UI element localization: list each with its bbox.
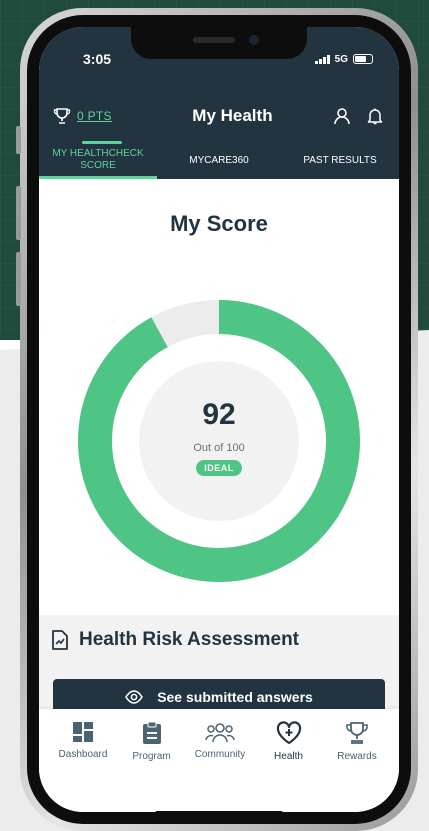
score-value: 92 xyxy=(202,398,236,431)
nav-health[interactable]: Health xyxy=(257,721,321,762)
phone-frame: 3:05 5G 0 PTS My Health MY HEALTHCHECK S… xyxy=(16,8,418,831)
screen: 3:05 5G 0 PTS My Health MY HEALTHCHECK S… xyxy=(39,27,399,812)
bell-icon[interactable] xyxy=(367,107,383,125)
points-link[interactable]: 0 PTS xyxy=(53,108,112,124)
score-heading: My Score xyxy=(170,211,268,236)
notch xyxy=(131,27,307,59)
front-camera xyxy=(249,35,259,45)
top-bar: 0 PTS My Health xyxy=(53,103,383,129)
tab-past-results[interactable]: PAST RESULTS xyxy=(281,145,399,167)
signal-icon xyxy=(314,54,330,64)
battery-icon xyxy=(353,54,373,64)
page-title: My Health xyxy=(192,106,273,125)
home-indicator xyxy=(155,811,283,812)
tab-bar: MY HEALTHCHECK SCORE MYCARE360 PAST RESU… xyxy=(39,145,399,179)
nav-program-label: Program xyxy=(132,751,171,762)
trophy-icon xyxy=(346,722,368,744)
bottom-nav: Dashboard Program Community Health Rewar… xyxy=(39,709,399,812)
nav-community[interactable]: Community xyxy=(188,721,252,762)
volume-up-button xyxy=(16,186,21,240)
nav-dashboard[interactable]: Dashboard xyxy=(51,721,115,762)
see-submitted-answers-label: See submitted answers xyxy=(157,689,313,705)
tab-my-healthcheck-score[interactable]: MY HEALTHCHECK SCORE xyxy=(39,145,157,179)
hra-title: Health Risk Assessment xyxy=(79,629,300,650)
status-time: 3:05 xyxy=(83,51,112,67)
dashboard-icon xyxy=(73,722,93,742)
points-underline xyxy=(82,141,122,144)
speaker xyxy=(193,37,235,43)
hra-heading: Health Risk Assessment xyxy=(51,629,299,651)
mute-switch xyxy=(16,126,21,154)
tab-mycare360[interactable]: MYCARE360 xyxy=(157,145,281,167)
status-icons: 5G xyxy=(314,53,373,65)
phone-bezel: 3:05 5G 0 PTS My Health MY HEALTHCHECK S… xyxy=(27,15,411,824)
score-readout: 92 Out of 100 IDEAL xyxy=(39,398,399,476)
nav-community-label: Community xyxy=(194,749,246,760)
nav-rewards[interactable]: Rewards xyxy=(325,721,389,762)
document-chart-icon xyxy=(52,630,68,650)
score-out-of: Out of 100 xyxy=(193,442,245,454)
nav-program[interactable]: Program xyxy=(120,721,184,762)
network-label: 5G xyxy=(334,53,348,65)
profile-icon[interactable] xyxy=(333,107,351,125)
trophy-small-icon xyxy=(53,108,71,124)
heart-plus-icon xyxy=(276,721,301,745)
nav-rewards-label: Rewards xyxy=(337,751,377,762)
volume-down-button xyxy=(16,252,21,306)
status-badge: IDEAL xyxy=(196,460,242,476)
header-actions xyxy=(333,107,383,125)
clipboard-icon xyxy=(142,721,161,744)
eye-icon xyxy=(125,690,144,704)
points-label: 0 PTS xyxy=(77,109,112,123)
nav-health-label: Health xyxy=(274,751,303,762)
community-icon xyxy=(205,723,235,743)
nav-dashboard-label: Dashboard xyxy=(58,749,108,760)
